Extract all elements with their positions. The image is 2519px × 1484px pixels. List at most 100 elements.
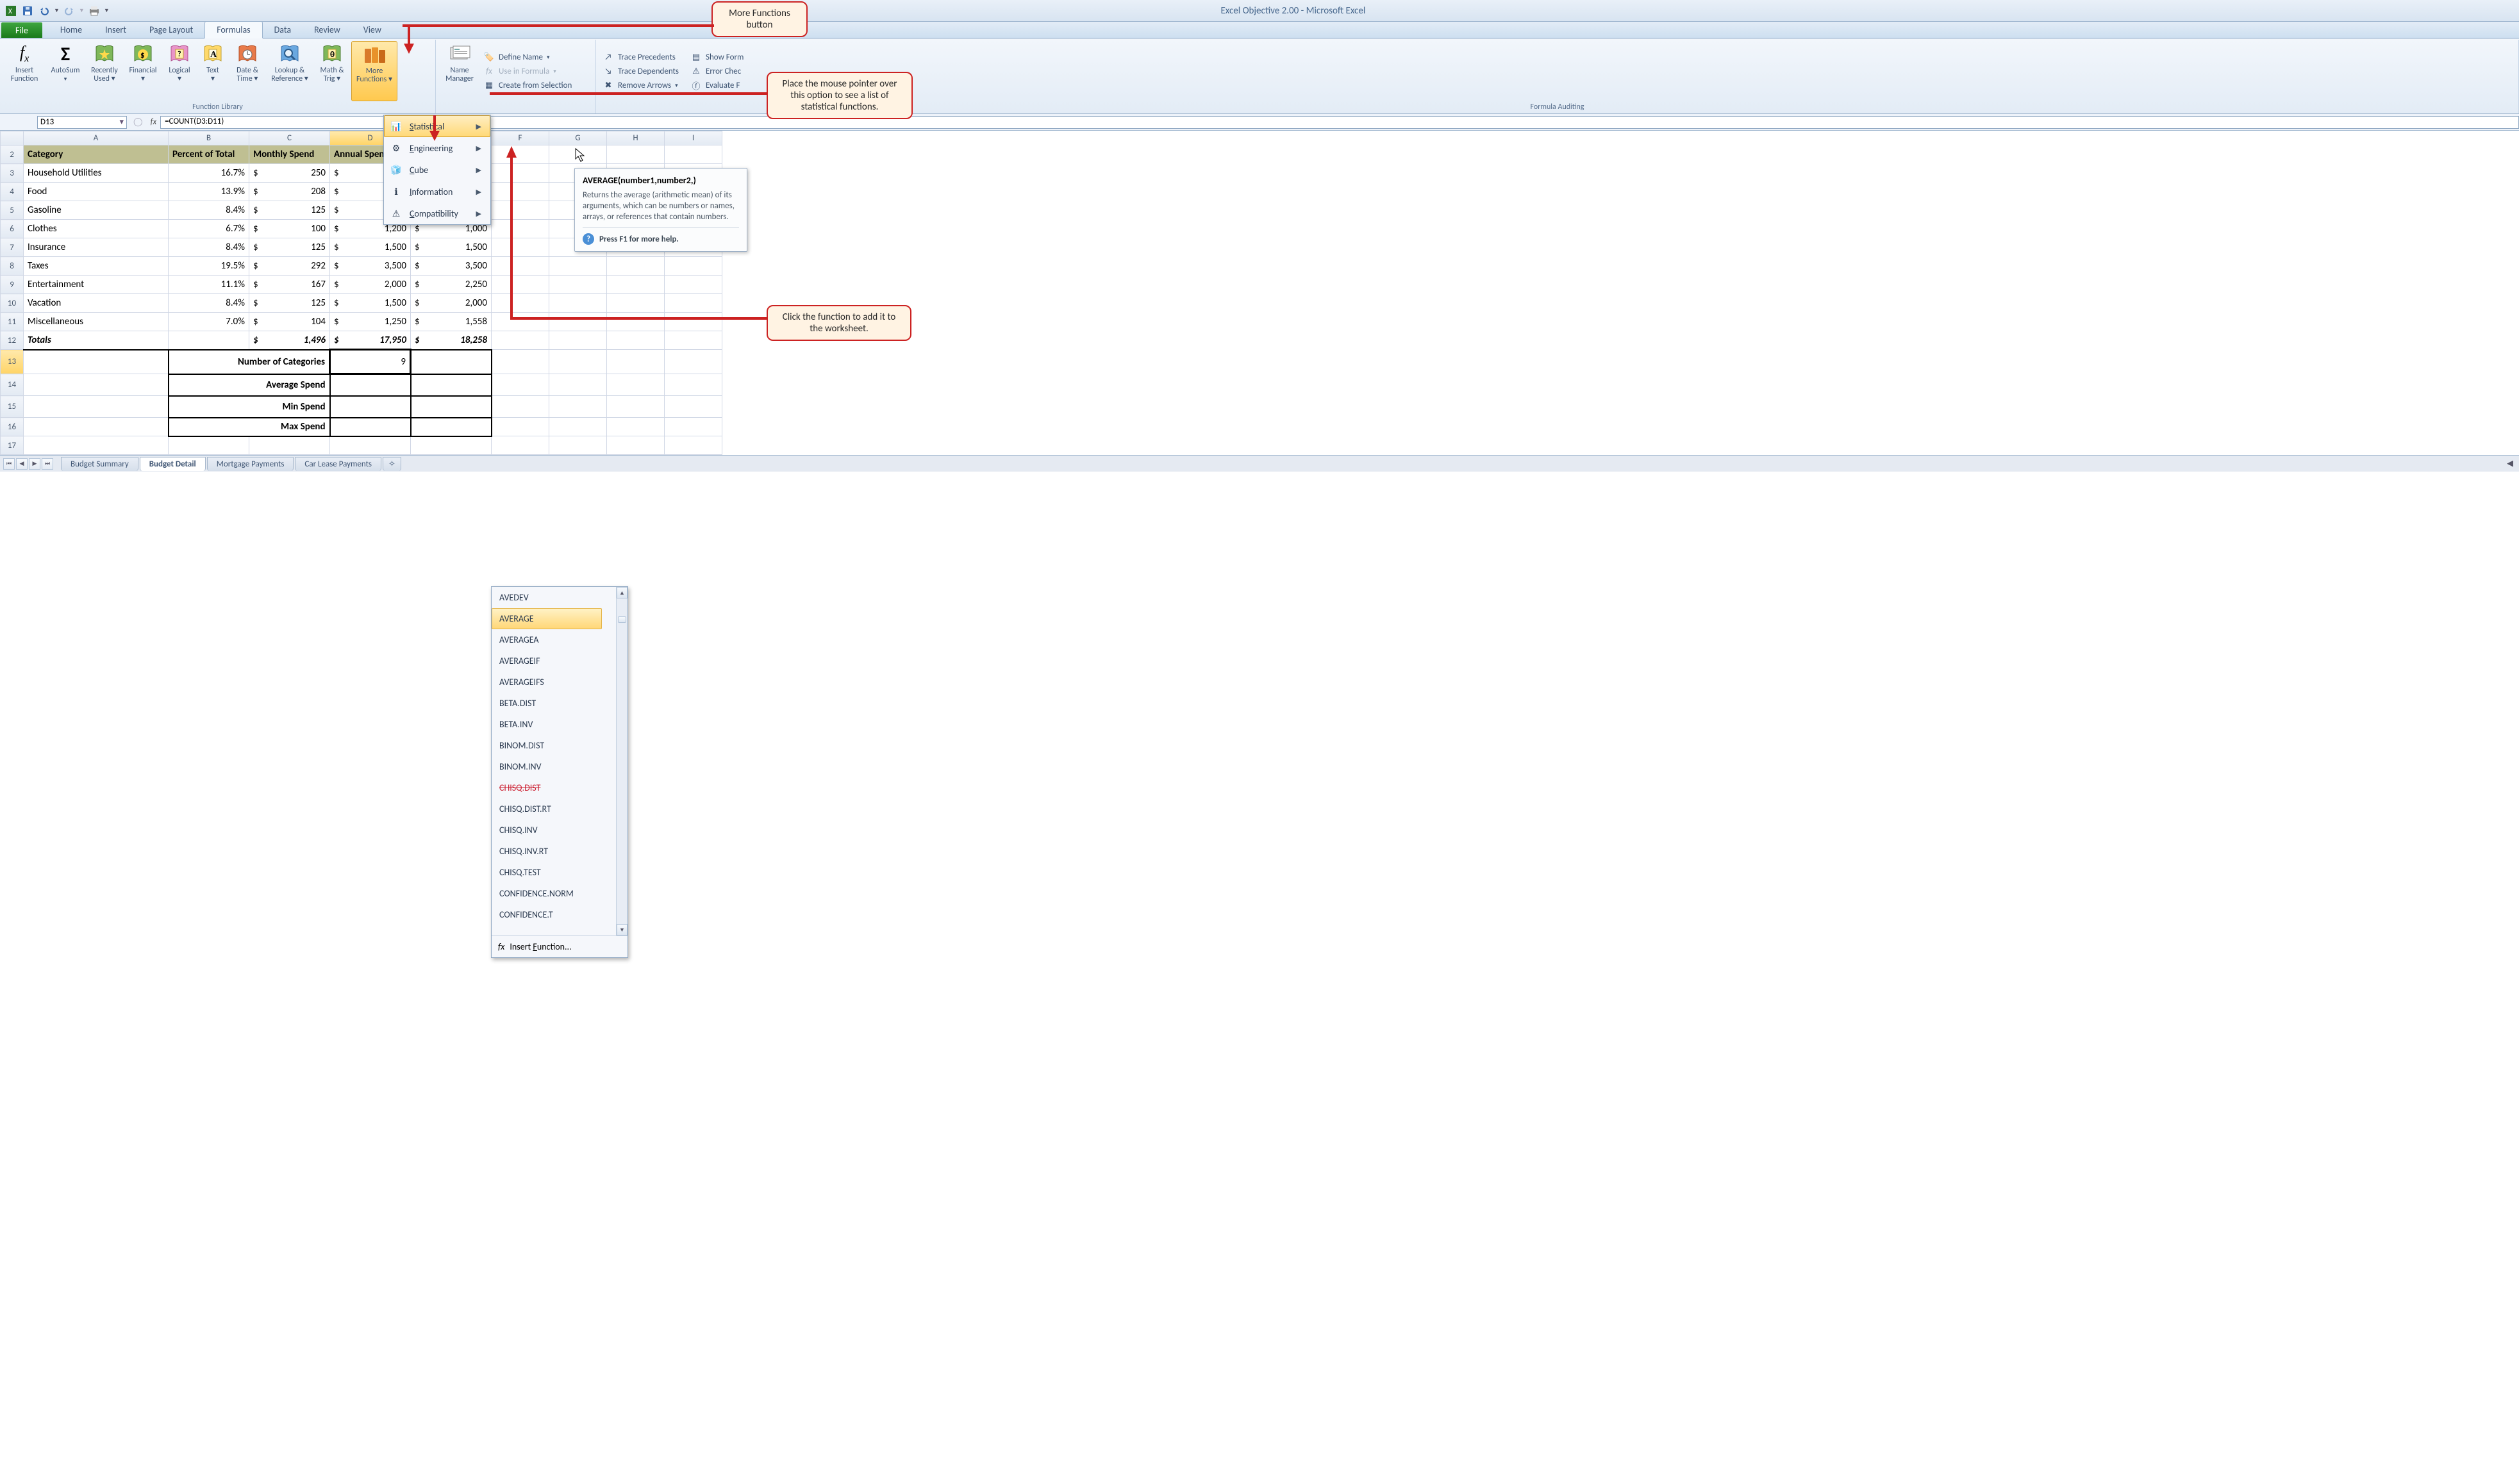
cell[interactable]: $3,500 xyxy=(330,257,411,276)
cell[interactable]: Taxes xyxy=(24,257,169,276)
row-header[interactable]: 6 xyxy=(1,220,24,238)
undo-dropdown-icon[interactable]: ▼ xyxy=(54,7,60,14)
formula-input[interactable]: =COUNT(D3:D11) xyxy=(160,116,2519,129)
cell[interactable] xyxy=(665,331,722,350)
cell[interactable]: 6.7% xyxy=(169,220,249,238)
cell-num-categories-label[interactable]: Number of Categories xyxy=(169,350,330,374)
cell[interactable]: Entertainment xyxy=(24,276,169,294)
cell[interactable] xyxy=(24,374,169,396)
cell[interactable] xyxy=(665,436,722,455)
namebox-dropdown-icon[interactable]: ▾ xyxy=(119,117,124,127)
cell[interactable] xyxy=(607,350,665,374)
cell[interactable] xyxy=(607,276,665,294)
active-cell[interactable]: 9 xyxy=(330,350,411,374)
cell[interactable]: $125 xyxy=(249,238,330,257)
cell[interactable] xyxy=(549,294,607,313)
tab-data[interactable]: Data xyxy=(263,22,303,38)
text-button[interactable]: A Text▾ xyxy=(197,41,228,101)
cell[interactable]: $292 xyxy=(249,257,330,276)
cell[interactable]: $17,950 xyxy=(330,331,411,350)
save-icon[interactable] xyxy=(21,4,35,18)
row-header[interactable]: 7 xyxy=(1,238,24,257)
cell[interactable]: 8.4% xyxy=(169,238,249,257)
lookup-reference-button[interactable]: Lookup & Reference ▾ xyxy=(267,41,313,101)
menu-item-information[interactable]: ℹInformation▶ xyxy=(384,181,490,202)
function-item-averageifs[interactable]: AVERAGEIFS xyxy=(492,672,602,693)
cell[interactable]: $2,000 xyxy=(411,294,492,313)
row-header[interactable]: 16 xyxy=(1,418,24,436)
trace-dependents-button[interactable]: ↘Trace Dependents xyxy=(600,64,681,78)
hscroll-left-icon[interactable]: ◀ xyxy=(2504,459,2516,468)
cell[interactable]: Gasoline xyxy=(24,201,169,220)
redo-icon[interactable] xyxy=(62,4,76,18)
name-manager-button[interactable]: Name Manager xyxy=(440,41,479,101)
sheet-tab[interactable]: Mortgage Payments xyxy=(207,457,294,471)
col-header-b[interactable]: B xyxy=(169,131,249,145)
cell[interactable] xyxy=(411,350,492,374)
cell[interactable]: $2,250 xyxy=(411,276,492,294)
cell[interactable] xyxy=(492,331,549,350)
cell[interactable] xyxy=(607,374,665,396)
tab-formulas[interactable]: Formulas xyxy=(204,21,262,38)
col-header-h[interactable]: H xyxy=(607,131,665,145)
cell[interactable]: Percent of Total xyxy=(169,145,249,164)
cell[interactable] xyxy=(549,436,607,455)
cell[interactable] xyxy=(549,418,607,436)
cell[interactable] xyxy=(330,396,411,418)
function-item-chisq-test[interactable]: CHISQ.TEST xyxy=(492,862,602,883)
cell[interactable] xyxy=(549,396,607,418)
cell[interactable] xyxy=(492,350,549,374)
cell[interactable]: Household Utilities xyxy=(24,164,169,183)
cell[interactable] xyxy=(24,418,169,436)
function-item-averageif[interactable]: AVERAGEIF xyxy=(492,650,602,672)
cell[interactable]: $1,500 xyxy=(411,238,492,257)
row-header[interactable]: 15 xyxy=(1,396,24,418)
menu-item-compatibility[interactable]: ⚠Compatibility▶ xyxy=(384,202,490,224)
col-header-a[interactable]: A xyxy=(24,131,169,145)
function-item-binom-dist[interactable]: BINOM.DIST xyxy=(492,735,602,756)
row-header[interactable]: 3 xyxy=(1,164,24,183)
error-checking-button[interactable]: ⚠Error Chec xyxy=(688,64,746,78)
cell[interactable] xyxy=(492,396,549,418)
cell[interactable] xyxy=(607,313,665,331)
cell[interactable]: 7.0% xyxy=(169,313,249,331)
col-header-g[interactable]: G xyxy=(549,131,607,145)
cell[interactable] xyxy=(665,294,722,313)
row-header[interactable]: 8 xyxy=(1,257,24,276)
cell[interactable] xyxy=(330,418,411,436)
function-item-avedev[interactable]: AVEDEV xyxy=(492,587,602,608)
cell[interactable] xyxy=(169,331,249,350)
cell[interactable]: $125 xyxy=(249,201,330,220)
function-item-confidence-t[interactable]: CONFIDENCE.T xyxy=(492,904,602,925)
select-all-cell[interactable] xyxy=(1,131,24,145)
cell[interactable]: 8.4% xyxy=(169,201,249,220)
cell[interactable]: $3,500 xyxy=(411,257,492,276)
cell[interactable]: 16.7% xyxy=(169,164,249,183)
qat-customize-icon[interactable]: ▼ xyxy=(104,7,110,14)
cell[interactable]: 8.4% xyxy=(169,294,249,313)
new-sheet-tab[interactable]: ✧ xyxy=(383,457,401,471)
scrollbar[interactable]: ▲ ▼ xyxy=(616,587,628,936)
cell[interactable] xyxy=(665,276,722,294)
cell[interactable] xyxy=(665,145,722,164)
cell[interactable]: 13.9% xyxy=(169,183,249,201)
excel-icon[interactable]: X xyxy=(4,4,18,18)
cell[interactable] xyxy=(24,436,169,455)
cell[interactable] xyxy=(607,294,665,313)
define-name-button[interactable]: 🏷️Define Name ▾ xyxy=(481,50,574,64)
name-box[interactable]: D13 ▾ xyxy=(37,116,127,129)
row-header[interactable]: 4 xyxy=(1,183,24,201)
col-header-i[interactable]: I xyxy=(665,131,722,145)
cell[interactable] xyxy=(549,313,607,331)
cell[interactable]: Category xyxy=(24,145,169,164)
cell[interactable]: $1,496 xyxy=(249,331,330,350)
cell[interactable] xyxy=(411,436,492,455)
cell[interactable]: $18,258 xyxy=(411,331,492,350)
function-item-average[interactable]: AVERAGE xyxy=(492,608,602,629)
cell[interactable] xyxy=(607,436,665,455)
cell[interactable] xyxy=(411,418,492,436)
cell-totals-label[interactable]: Totals xyxy=(24,331,169,350)
worksheet-grid[interactable]: A B C D E F G H I 2 Category Percent of … xyxy=(0,131,2519,455)
scroll-down-icon[interactable]: ▼ xyxy=(617,924,628,936)
cell[interactable] xyxy=(24,396,169,418)
